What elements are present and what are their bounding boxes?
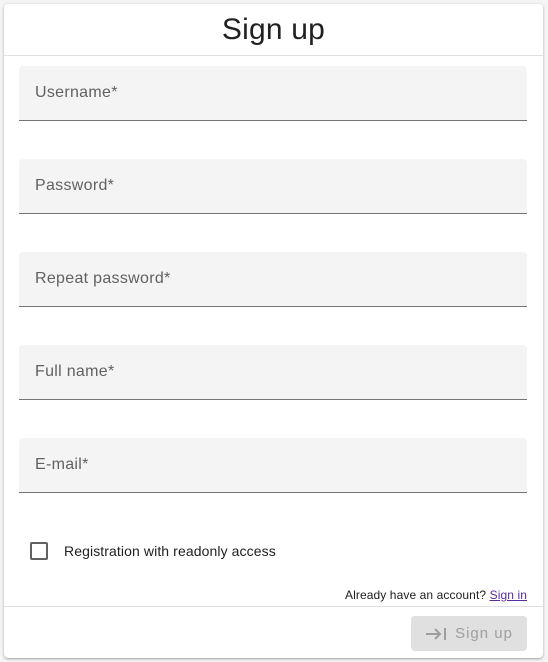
readonly-access-option[interactable]: Registration with readonly access (30, 542, 276, 560)
card-footer-divider (4, 606, 543, 607)
page-title: Sign up (221, 12, 326, 46)
card-header: Sign up (4, 4, 543, 56)
password-input[interactable] (19, 159, 527, 213)
username-field[interactable] (19, 66, 527, 121)
sign-in-link[interactable]: Sign in (490, 588, 527, 602)
email-input[interactable] (19, 438, 527, 492)
signup-card: Sign up Registration with readonly acces… (4, 4, 543, 658)
sign-up-button[interactable]: Sign up (411, 616, 527, 651)
full-name-field[interactable] (19, 345, 527, 400)
readonly-access-checkbox[interactable] (30, 542, 48, 560)
readonly-access-label: Registration with readonly access (64, 543, 276, 559)
account-prompt-text: Already have an account? (344, 588, 487, 602)
account-prompt-row: Already have an account? Sign in (345, 588, 527, 602)
repeat-password-input[interactable] (19, 252, 527, 306)
repeat-password-field[interactable] (19, 252, 527, 307)
login-arrow-icon (426, 627, 447, 640)
email-field[interactable] (19, 438, 527, 493)
sign-up-button-label: Sign up (455, 625, 513, 642)
username-input[interactable] (19, 66, 527, 120)
password-field[interactable] (19, 159, 527, 214)
full-name-input[interactable] (19, 345, 527, 399)
